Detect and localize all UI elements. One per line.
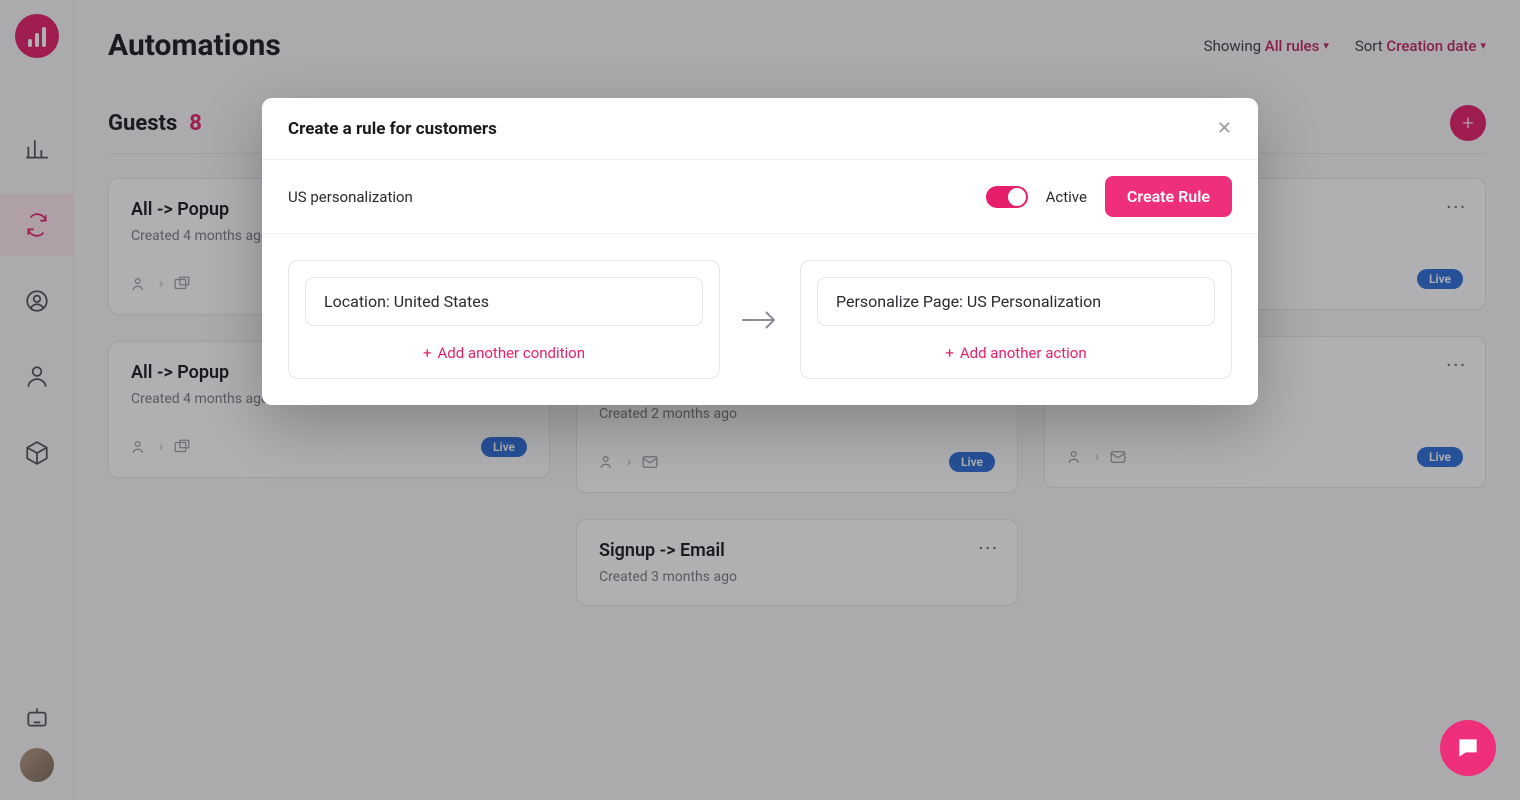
modal-toolbar: US personalization Active Create Rule bbox=[262, 160, 1258, 234]
create-rule-modal: Create a rule for customers ✕ US persona… bbox=[262, 98, 1258, 405]
add-action-label: Add another action bbox=[960, 344, 1087, 362]
plus-icon: + bbox=[423, 344, 432, 362]
modal-body: Location: United States + Add another co… bbox=[262, 234, 1258, 405]
action-chip[interactable]: Personalize Page: US Personalization bbox=[817, 277, 1215, 326]
chat-fab[interactable] bbox=[1440, 720, 1496, 776]
add-condition-label: Add another condition bbox=[437, 344, 585, 362]
modal-header: Create a rule for customers ✕ bbox=[262, 98, 1258, 160]
modal-overlay: Create a rule for customers ✕ US persona… bbox=[0, 0, 1520, 800]
close-icon[interactable]: ✕ bbox=[1217, 118, 1232, 139]
arrow-right-icon bbox=[739, 308, 781, 332]
conditions-panel: Location: United States + Add another co… bbox=[288, 260, 720, 379]
modal-title: Create a rule for customers bbox=[288, 119, 497, 139]
add-condition-button[interactable]: + Add another condition bbox=[305, 344, 703, 362]
active-toggle[interactable] bbox=[986, 186, 1028, 208]
create-rule-button[interactable]: Create Rule bbox=[1105, 176, 1232, 217]
actions-panel: Personalize Page: US Personalization + A… bbox=[800, 260, 1232, 379]
arrow-divider bbox=[720, 260, 800, 379]
plus-icon: + bbox=[945, 344, 954, 362]
active-label: Active bbox=[1046, 188, 1087, 206]
chat-icon bbox=[1455, 735, 1481, 761]
add-action-button[interactable]: + Add another action bbox=[817, 344, 1215, 362]
rule-name-label: US personalization bbox=[288, 188, 413, 206]
condition-chip[interactable]: Location: United States bbox=[305, 277, 703, 326]
